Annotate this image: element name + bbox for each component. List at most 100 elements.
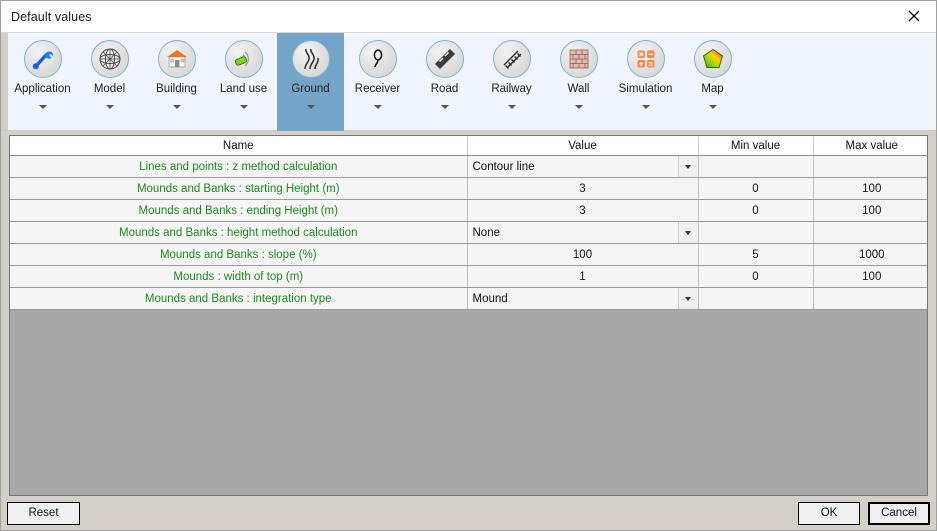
chevron-down-icon[interactable] — [641, 105, 650, 109]
tab-label: Wall — [567, 83, 590, 95]
row-max-value — [813, 155, 927, 178]
chevron-down-icon[interactable] — [440, 105, 449, 109]
tab-label: Ground — [291, 83, 330, 95]
ground-contour-icon — [291, 40, 330, 78]
tab-label: Land use — [219, 83, 268, 95]
default-values-table-container: Name Value Min value Max value Lines and… — [9, 135, 928, 496]
row-name: Mounds and Banks : slope (%) — [10, 243, 468, 266]
column-header-min-value[interactable]: Min value — [698, 136, 814, 156]
category-ribbon: Application Model Building Land use Grou… — [1, 33, 936, 131]
dialog-footer: Reset OK Cancel — [1, 496, 936, 530]
chevron-down-icon[interactable] — [507, 105, 516, 109]
row-name: Mounds : width of top (m) — [10, 265, 468, 288]
tab-label: Application — [14, 83, 71, 95]
row-name: Mounds and Banks : ending Height (m) — [10, 199, 468, 222]
ribbon-left-edge — [1, 33, 8, 130]
calculator-icon — [626, 40, 665, 78]
tab-building[interactable]: Building — [143, 33, 210, 131]
table-row[interactable]: Mounds and Banks : integration type Moun… — [10, 287, 927, 310]
row-max-value — [813, 287, 927, 310]
row-value-combo[interactable]: Contour line — [467, 155, 699, 178]
tab-model[interactable]: Model — [76, 33, 143, 131]
row-min-value — [698, 287, 814, 310]
row-value-text: Mound — [472, 292, 508, 305]
row-value-text: Contour line — [472, 160, 535, 173]
ok-button[interactable]: OK — [798, 501, 860, 525]
tab-road[interactable]: Road — [411, 33, 478, 131]
title-bar: Default values — [1, 1, 936, 33]
row-max-value — [813, 221, 927, 244]
row-max-value: 100 — [813, 265, 927, 288]
tab-receiver[interactable]: Receiver — [344, 33, 411, 131]
default-values-dialog: Default values Application Model Buildin… — [0, 0, 937, 531]
row-value-input[interactable]: 100 — [467, 243, 699, 266]
row-min-value: 5 — [698, 243, 814, 266]
table-row[interactable]: Mounds and Banks : slope (%) 100 5 1000 — [10, 243, 927, 266]
column-header-max-value[interactable]: Max value — [813, 136, 927, 156]
row-value-input[interactable]: 3 — [467, 177, 699, 200]
empty-grid-area — [10, 310, 927, 495]
tab-label: Receiver — [354, 83, 401, 95]
chevron-down-icon[interactable] — [677, 156, 698, 177]
receiver-icon — [358, 40, 397, 78]
chevron-down-icon[interactable] — [306, 105, 315, 109]
tab-label: Road — [430, 83, 459, 95]
cancel-button[interactable]: Cancel — [868, 501, 930, 525]
chevron-down-icon[interactable] — [239, 105, 248, 109]
row-value-input[interactable]: 3 — [467, 199, 699, 222]
wrench-icon — [23, 40, 62, 78]
row-value-combo[interactable]: Mound — [467, 287, 699, 310]
railway-icon — [492, 40, 531, 78]
row-min-value — [698, 155, 814, 178]
tab-ground[interactable]: Ground — [277, 33, 344, 131]
tab-label: Railway — [491, 83, 532, 95]
table-header-row: Name Value Min value Max value — [10, 136, 927, 156]
tab-simulation[interactable]: Simulation — [612, 33, 679, 131]
chevron-down-icon[interactable] — [373, 105, 382, 109]
row-max-value: 100 — [813, 177, 927, 200]
chevron-down-icon[interactable] — [677, 222, 698, 243]
tab-land-use[interactable]: Land use — [210, 33, 277, 131]
column-header-value[interactable]: Value — [467, 136, 699, 156]
house-icon — [157, 40, 196, 78]
table-row[interactable]: Mounds and Banks : starting Height (m) 3… — [10, 177, 927, 200]
tab-label: Simulation — [618, 83, 673, 95]
road-icon — [425, 40, 464, 78]
tab-wall[interactable]: Wall — [545, 33, 612, 131]
row-name: Mounds and Banks : starting Height (m) — [10, 177, 468, 200]
chevron-down-icon[interactable] — [677, 288, 698, 309]
row-value-input[interactable]: 1 — [467, 265, 699, 288]
tab-railway[interactable]: Railway — [478, 33, 545, 131]
wall-icon — [559, 40, 598, 78]
reset-button[interactable]: Reset — [7, 501, 80, 525]
chevron-down-icon[interactable] — [708, 105, 717, 109]
table-row[interactable]: Mounds and Banks : ending Height (m) 3 0… — [10, 199, 927, 222]
tab-label: Model — [93, 83, 126, 95]
row-value-text: None — [472, 226, 501, 239]
table-row[interactable]: Mounds : width of top (m) 1 0 100 — [10, 265, 927, 288]
window-title: Default values — [11, 9, 92, 24]
row-min-value: 0 — [698, 265, 814, 288]
close-button[interactable] — [891, 1, 936, 31]
default-values-table: Name Value Min value Max value Lines and… — [10, 136, 927, 310]
row-min-value: 0 — [698, 177, 814, 200]
chevron-down-icon[interactable] — [105, 105, 114, 109]
row-min-value: 0 — [698, 199, 814, 222]
map-colors-icon — [693, 40, 732, 78]
land-use-icon — [224, 40, 263, 78]
row-name: Mounds and Banks : integration type — [10, 287, 468, 310]
tab-map[interactable]: Map — [679, 33, 746, 131]
table-row[interactable]: Lines and points : z method calculation … — [10, 155, 927, 178]
tab-label: Map — [701, 83, 724, 95]
row-value-combo[interactable]: None — [467, 221, 699, 244]
globe-mesh-icon — [90, 40, 129, 78]
close-icon — [907, 9, 921, 23]
chevron-down-icon[interactable] — [38, 105, 47, 109]
table-row[interactable]: Mounds and Banks : height method calcula… — [10, 221, 927, 244]
chevron-down-icon[interactable] — [172, 105, 181, 109]
column-header-name[interactable]: Name — [10, 136, 468, 156]
chevron-down-icon[interactable] — [574, 105, 583, 109]
row-name: Lines and points : z method calculation — [10, 155, 468, 178]
tab-label: Building — [156, 83, 197, 95]
tab-application[interactable]: Application — [9, 33, 76, 131]
